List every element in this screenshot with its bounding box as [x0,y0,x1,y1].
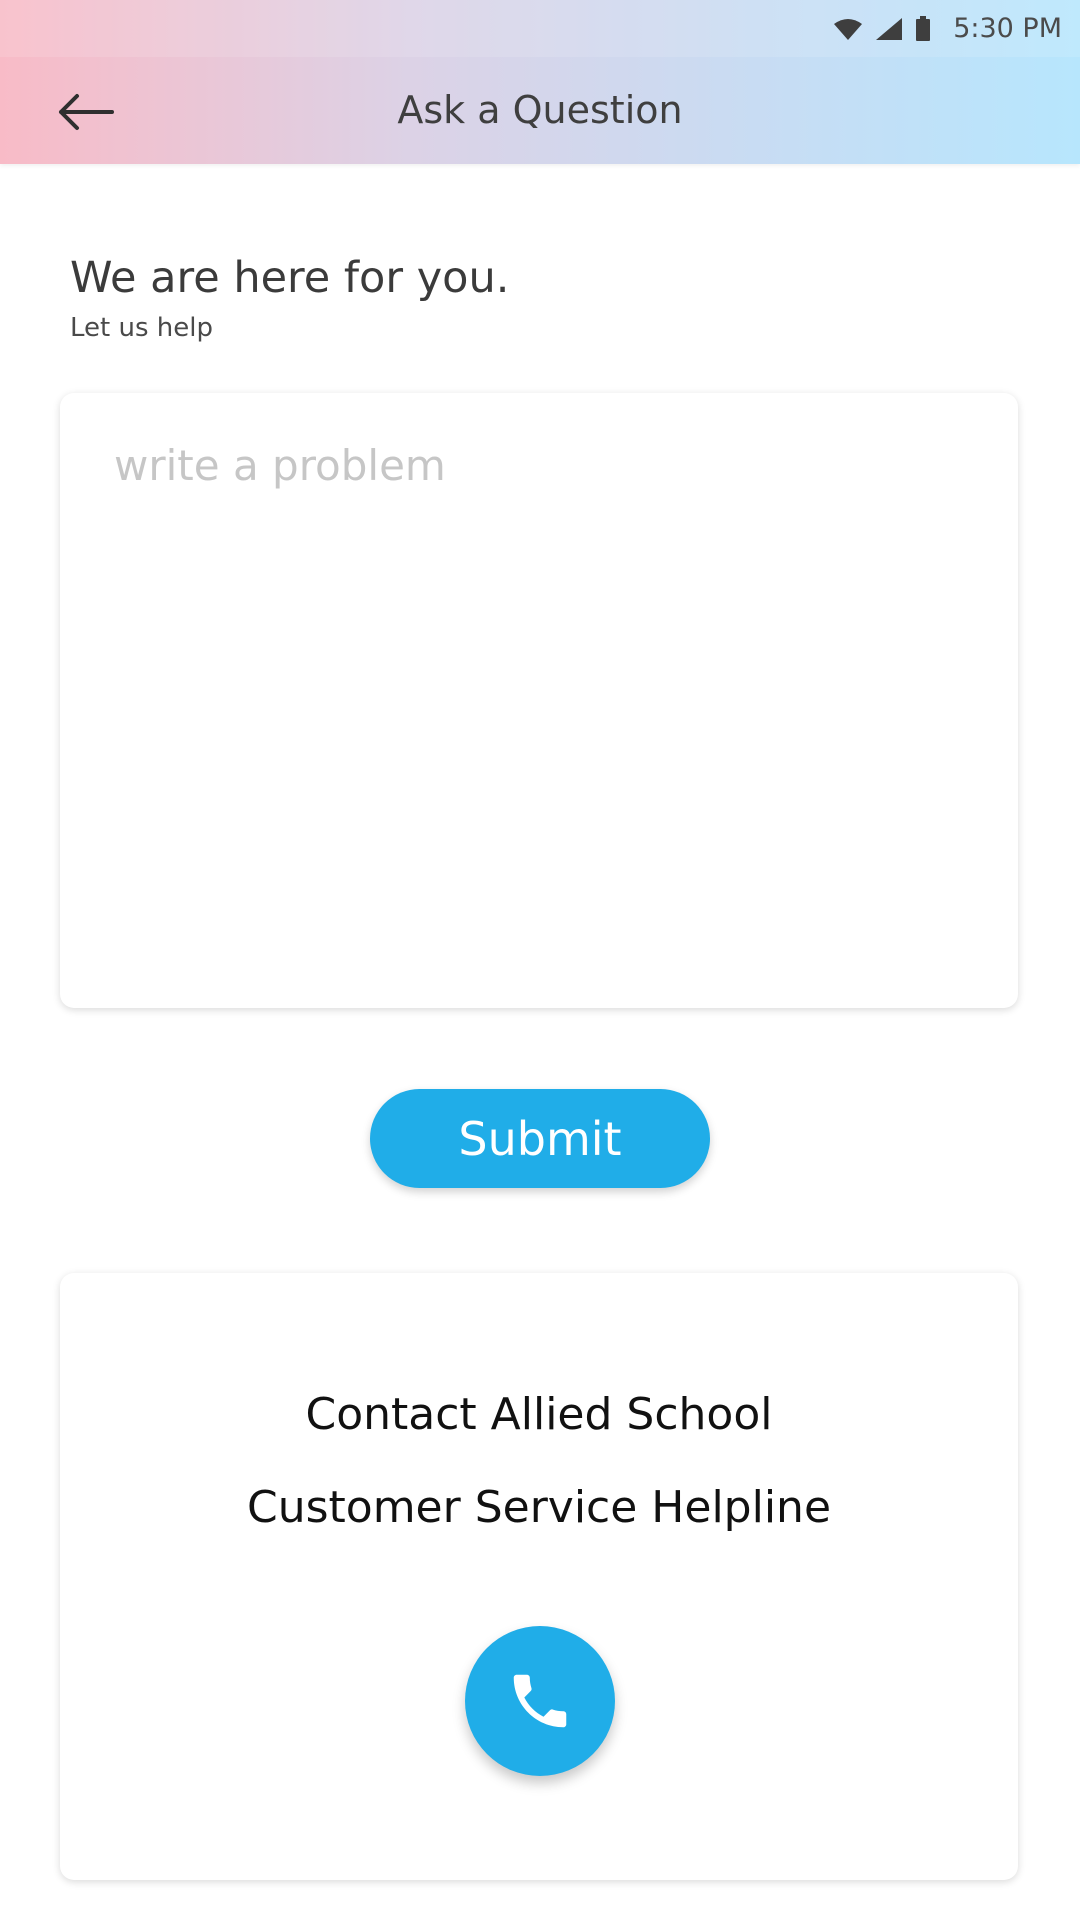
page-title: Ask a Question [397,88,683,132]
problem-card [60,393,1018,1008]
phone-icon [513,1674,567,1728]
contact-card: Contact Allied School Customer Service H… [60,1273,1018,1880]
intro-subheading: Let us help [70,313,213,343]
intro-heading: We are here for you. [70,253,510,303]
status-bar: 5:30 PM [0,0,1080,57]
status-time: 5:30 PM [953,13,1062,44]
helpline-label: Customer Service Helpline [246,1482,832,1533]
signal-icon [875,17,903,41]
status-indicators: 5:30 PM [833,0,1062,57]
app-bar: Ask a Question [0,57,1080,164]
top-header: 5:30 PM Ask a Question [0,0,1080,164]
battery-icon [915,15,931,42]
call-button[interactable] [465,1626,615,1776]
submit-button[interactable]: Submit [370,1089,710,1188]
problem-input[interactable] [60,393,1018,1008]
wifi-icon [833,17,863,41]
contact-title: Contact Allied School [305,1389,773,1440]
